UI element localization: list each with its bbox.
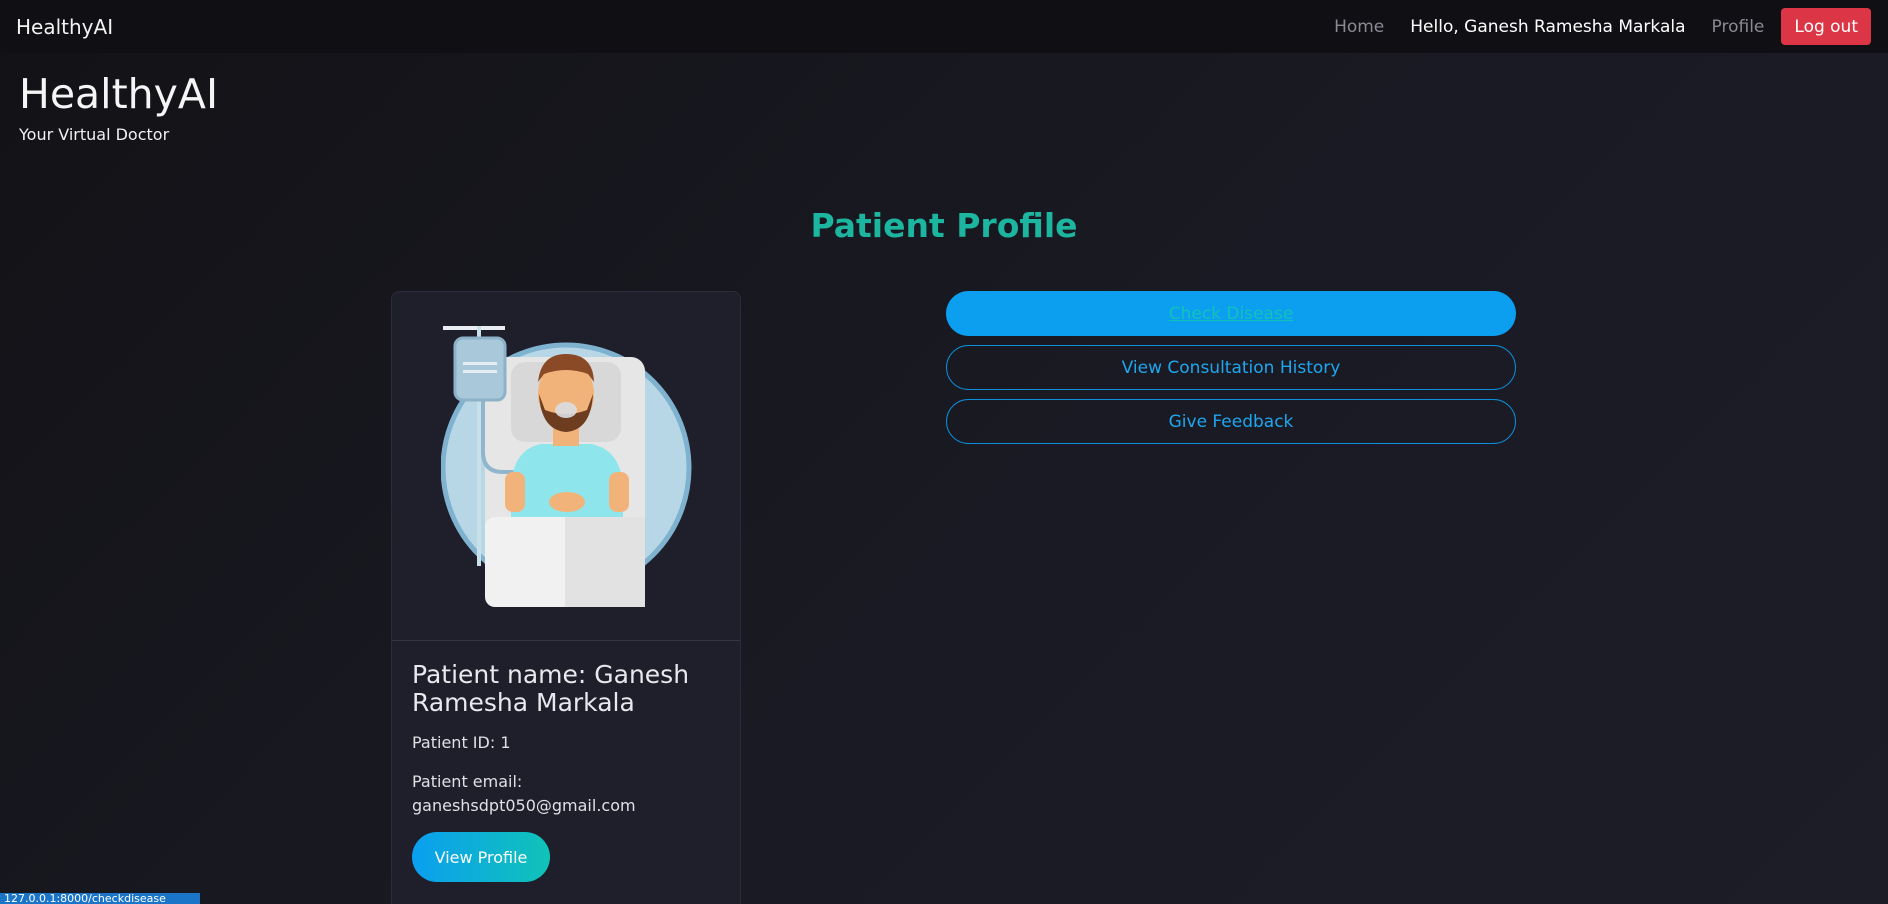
patient-email-label: Patient email: ganeshsdpt050@gmail.com — [412, 770, 720, 818]
site-subtitle: Your Virtual Doctor — [19, 125, 170, 144]
logout-button[interactable]: Log out — [1781, 8, 1871, 45]
site-title: HealthyAI — [19, 70, 219, 118]
page-title: Patient Profile — [810, 206, 1078, 245]
patient-in-bed-icon — [441, 326, 692, 607]
check-disease-button[interactable]: Check Disease — [946, 291, 1516, 336]
patient-card: Patient name: Ganesh Ramesha Markala Pat… — [391, 291, 741, 904]
nav-profile-link[interactable]: Profile — [1712, 17, 1765, 37]
browser-status-bar: 127.0.0.1:8000/checkdisease — [0, 893, 200, 904]
action-buttons: Check Disease View Consultation History … — [946, 291, 1516, 453]
navbar-menu: Home Hello, Ganesh Ramesha Markala Profi… — [1334, 8, 1871, 45]
patient-illustration — [392, 292, 740, 641]
navbar-brand[interactable]: HealthyAI — [16, 15, 113, 39]
nav-home-link[interactable]: Home — [1334, 17, 1384, 37]
patient-id: Patient ID: 1 — [412, 733, 511, 752]
patient-name: Patient name: Ganesh Ramesha Markala — [412, 660, 690, 717]
nav-user-greeting[interactable]: Hello, Ganesh Ramesha Markala — [1410, 17, 1685, 37]
navbar: HealthyAI Home Hello, Ganesh Ramesha Mar… — [0, 0, 1888, 53]
patient-card-body: Patient name: Ganesh Ramesha Markala Pat… — [392, 641, 740, 902]
give-feedback-button[interactable]: Give Feedback — [946, 399, 1516, 444]
view-consultation-history-button[interactable]: View Consultation History — [946, 345, 1516, 390]
patient-email-value: ganeshsdpt050@gmail.com — [412, 796, 636, 815]
patient-email-label-text: Patient email: — [412, 772, 523, 791]
view-profile-button[interactable]: View Profile — [412, 832, 550, 882]
